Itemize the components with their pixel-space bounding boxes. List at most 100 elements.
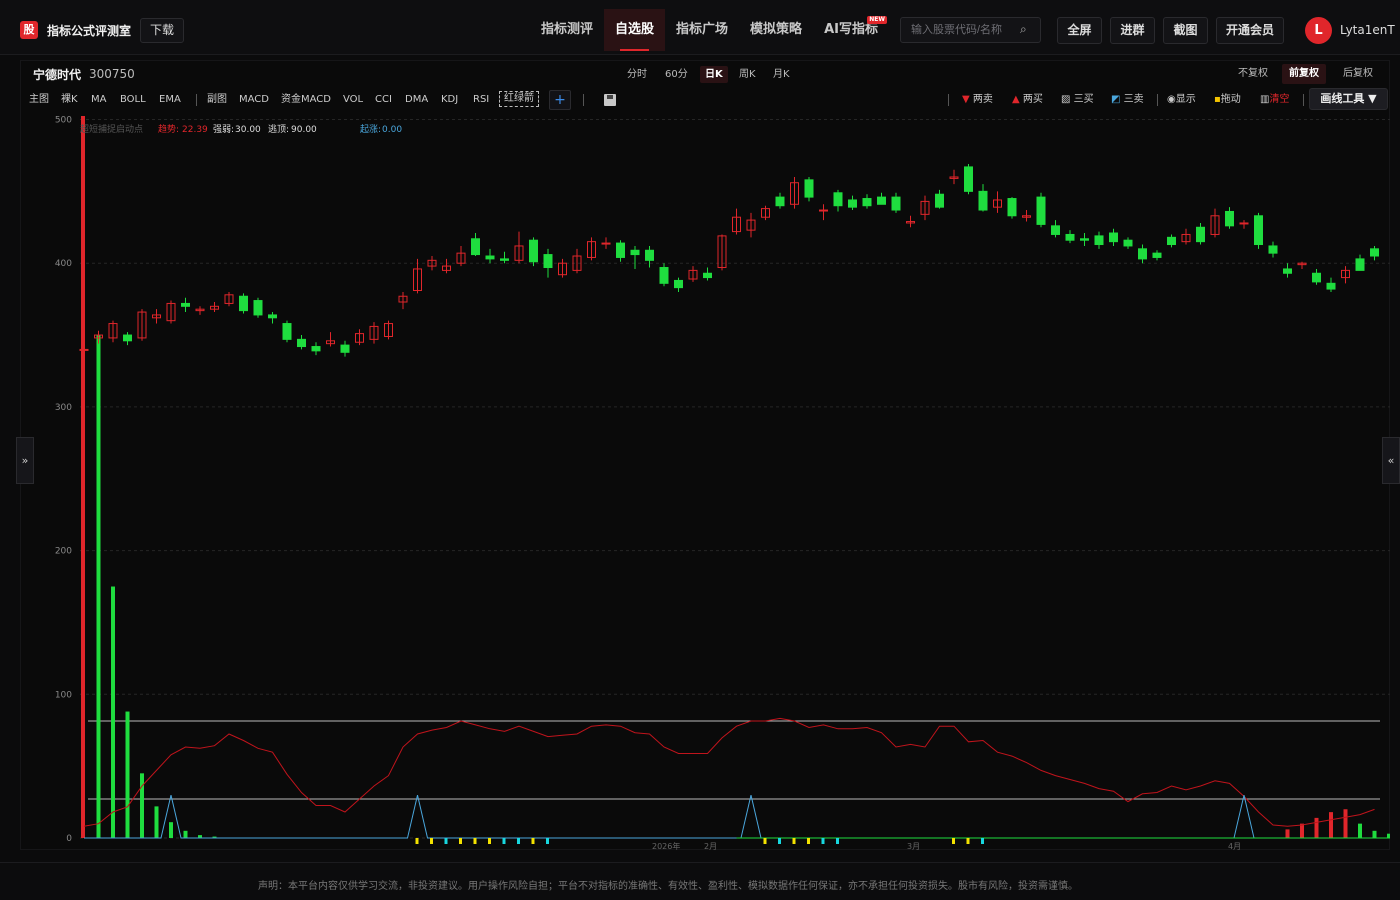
indicator-macd[interactable]: MACD: [239, 93, 269, 107]
username[interactable]: Lyta1enT: [1340, 23, 1395, 37]
period-daily[interactable]: 日K: [700, 66, 728, 83]
footer: 声明：本平台内容仅供学习交流，非投资建议。用户操作风险自担；平台不对指标的准确性…: [0, 862, 1400, 900]
candle-body: [1283, 268, 1292, 274]
indicator-ma[interactable]: MA: [91, 93, 106, 107]
tool-three-sell-label: 三卖: [1123, 94, 1144, 105]
candle-body: [775, 196, 785, 207]
indicator-main-chart[interactable]: 主图: [29, 93, 49, 107]
nav-item-indicator-review[interactable]: 指标测评: [530, 9, 604, 51]
candle-body: [1138, 248, 1147, 260]
signal-mark: [459, 838, 462, 844]
period-weekly[interactable]: 周K: [734, 66, 761, 83]
tool-two-sell[interactable]: ▼ 两卖: [962, 93, 993, 107]
candle-body: [282, 323, 292, 340]
tool-show[interactable]: ◉显示: [1167, 93, 1196, 107]
candle-body: [1036, 196, 1046, 225]
period-timeshare[interactable]: 分时: [622, 66, 652, 83]
download-button[interactable]: 下载: [140, 18, 184, 43]
x-label-mar: 3月: [907, 842, 920, 851]
candle-body: [529, 239, 538, 263]
indicator-fund-macd[interactable]: 资金MACD: [281, 93, 331, 107]
volume-bar: [1300, 823, 1304, 838]
indicator-boll[interactable]: BOLL: [120, 93, 146, 107]
new-badge: NEW: [867, 16, 887, 24]
kline-chart[interactable]: 0 100 200 300 400 500 超短捕捉启动点 趋势: 22.39 强弱: 3…: [20, 112, 1390, 852]
candle-body: [645, 249, 654, 261]
adjust-backward[interactable]: 后复权: [1336, 64, 1380, 84]
tool-three-sell[interactable]: ◩ 三卖: [1111, 93, 1144, 107]
adjust-none[interactable]: 不复权: [1231, 64, 1275, 84]
candle-body: [297, 338, 306, 348]
period-monthly[interactable]: 月K: [768, 66, 795, 83]
tool-drag[interactable]: ▪拖动: [1214, 93, 1241, 107]
sub-indicator: [81, 116, 1390, 844]
nav-item-watchlist[interactable]: 自选股: [604, 9, 666, 51]
volume-bar: [1343, 809, 1348, 838]
screenshot-button[interactable]: 截图: [1163, 17, 1208, 44]
indicator-vol[interactable]: VOL: [343, 93, 363, 107]
tool-two-buy[interactable]: ▲ 两买: [1012, 93, 1043, 107]
candle-body: [862, 198, 872, 207]
legend-name: 超短捕捉启动点: [80, 123, 143, 135]
overlay-legend: 超短捕捉启动点 趋势: 22.39 强弱: 30.00 逃顶: 90.00 起涨…: [80, 123, 402, 135]
candle-body: [601, 242, 611, 245]
divider: [1303, 94, 1304, 106]
candle-body: [1254, 215, 1263, 246]
add-indicator-button[interactable]: +: [549, 90, 571, 110]
volume-bar: [154, 806, 159, 838]
volume-bar: [1314, 817, 1319, 838]
period-60min[interactable]: 60分: [660, 66, 693, 83]
save-icon[interactable]: [604, 94, 616, 106]
membership-button[interactable]: 开通会员: [1216, 17, 1284, 44]
candle-body: [674, 279, 683, 289]
candle-body: [1094, 235, 1104, 246]
indicator-kdj[interactable]: KDJ: [441, 93, 458, 107]
legend-top-value: 90.00: [291, 125, 317, 135]
fullscreen-button[interactable]: 全屏: [1057, 17, 1102, 44]
line-chart-icon: ◩: [1111, 94, 1121, 105]
join-group-button[interactable]: 进群: [1110, 17, 1155, 44]
avatar[interactable]: L: [1305, 17, 1332, 44]
y-tick-label: 400: [55, 259, 72, 269]
signal-mark: [792, 838, 796, 844]
volume-bar: [1285, 829, 1290, 838]
main-nav: 指标测评 自选股 指标广场 模拟策略 AI写指标 NEW: [530, 9, 889, 51]
volume-bar: [1358, 823, 1362, 838]
tool-clear[interactable]: ▥清空: [1260, 93, 1289, 107]
candle-body: [935, 193, 944, 208]
candle-body: [543, 254, 553, 269]
indicator-sub-chart[interactable]: 副图: [207, 93, 227, 107]
signal-mark: [952, 838, 955, 844]
search-icon[interactable]: ⌕: [1020, 22, 1027, 37]
nav-item-sim-strategy[interactable]: 模拟策略: [739, 9, 813, 51]
signal-mark: [807, 838, 810, 844]
legend-weak-value: 30.00: [235, 125, 261, 135]
y-axis-ticks: 0 100 200 300 400 500: [55, 116, 72, 845]
indicator-dma[interactable]: DMA: [405, 93, 428, 107]
indicator-naked-k[interactable]: 裸K: [61, 93, 78, 107]
triangle-down-icon: ▼: [962, 94, 970, 105]
y-tick-label: 300: [55, 403, 72, 413]
disclaimer-text: 声明：本平台内容仅供学习交流，非投资建议。用户操作风险自担；平台不对指标的准确性…: [258, 881, 1078, 892]
indicator-rsi[interactable]: RSI: [473, 93, 489, 107]
adjust-forward[interactable]: 前复权: [1282, 64, 1326, 84]
tool-three-buy[interactable]: ▨ 三买: [1061, 93, 1094, 107]
divider: [948, 94, 949, 106]
candle-body: [268, 314, 277, 319]
nav-item-ai-indicator[interactable]: AI写指标 NEW: [813, 9, 889, 51]
x-axis-labels: 2026年 2月 3月 4月: [652, 841, 1241, 851]
indicator-cci[interactable]: CCI: [375, 93, 392, 107]
legend-weak-label: 强弱:: [213, 124, 234, 135]
legend-top-label: 逃顶:: [268, 123, 289, 135]
candle-body: [1239, 222, 1249, 225]
indicator-red-green-arrow[interactable]: 红绿箭: [499, 91, 539, 107]
indicator-ema[interactable]: EMA: [159, 93, 181, 107]
signal-mark: [778, 838, 781, 844]
app-logo[interactable]: 股: [20, 21, 38, 39]
candle-body: [1268, 245, 1278, 254]
candle-body: [804, 179, 814, 198]
nav-item-indicator-square[interactable]: 指标广场: [665, 9, 739, 51]
candle-body: [1355, 258, 1365, 271]
candle-body: [1196, 226, 1205, 243]
draw-tools-dropdown[interactable]: 画线工具 ▼: [1309, 88, 1388, 110]
